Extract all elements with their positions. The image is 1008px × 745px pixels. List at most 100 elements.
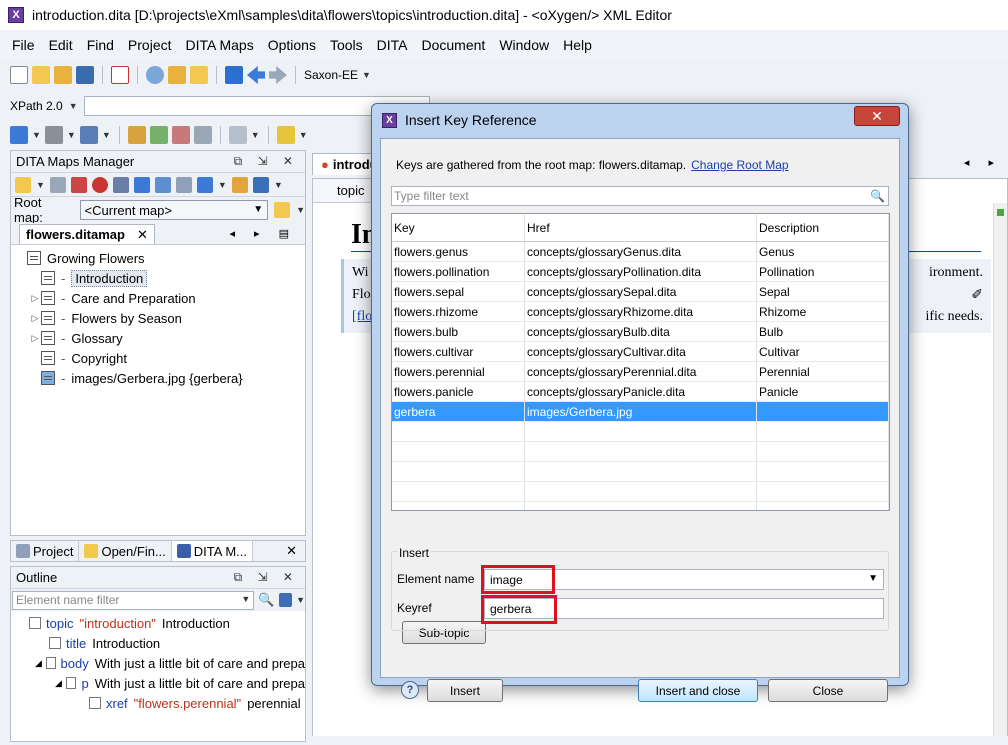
settings-gear-icon[interactable] bbox=[278, 593, 293, 607]
open-file-icon[interactable] bbox=[190, 66, 208, 84]
map-tree-item[interactable]: Growing Flowers bbox=[15, 248, 305, 268]
menu-window[interactable]: Window bbox=[499, 37, 549, 53]
map-tree-item[interactable]: - images/Gerbera.jpg {gerbera} bbox=[15, 368, 305, 388]
insert-topichead-icon[interactable] bbox=[175, 176, 192, 193]
change-root-map-link[interactable]: Change Root Map bbox=[691, 158, 788, 172]
find-in-files-icon[interactable] bbox=[168, 66, 186, 84]
column-header-key[interactable]: Key bbox=[392, 214, 525, 241]
search-icon[interactable]: 🔍 bbox=[258, 592, 274, 608]
menu-edit[interactable]: Edit bbox=[49, 37, 73, 53]
panel-window-controls[interactable]: ⧉ ⇲ ✕ bbox=[234, 570, 299, 585]
insert-reference-icon[interactable] bbox=[133, 176, 150, 193]
copy-icon[interactable] bbox=[228, 126, 247, 144]
menu-file[interactable]: File bbox=[12, 37, 35, 53]
outline-node[interactable]: ◢ p With just a little bit of care and pre… bbox=[11, 673, 305, 693]
close-icon[interactable]: ✕ bbox=[137, 227, 148, 243]
expand-arrow-icon[interactable]: ◢ bbox=[35, 658, 46, 669]
transformer-dropdown-icon[interactable]: ▼ bbox=[362, 70, 371, 80]
filter-icon[interactable] bbox=[196, 176, 213, 193]
configure-transformation-icon[interactable] bbox=[10, 126, 28, 144]
back-arrow-icon[interactable] bbox=[247, 66, 265, 84]
dialog-close-button[interactable]: ✕ bbox=[854, 106, 900, 126]
xpath-dropdown-icon[interactable]: ▼ bbox=[69, 101, 78, 111]
table-row[interactable]: gerbera images/Gerbera.jpg bbox=[392, 402, 889, 422]
highlight-icon[interactable] bbox=[276, 126, 295, 144]
menu-options[interactable]: Options bbox=[268, 37, 316, 53]
map-tree-item[interactable]: ▷ - Flowers by Season bbox=[15, 308, 305, 328]
menu-dita[interactable]: DITA bbox=[377, 37, 408, 53]
open-folder-icon[interactable] bbox=[32, 66, 50, 84]
save-map-icon[interactable] bbox=[49, 176, 66, 193]
new-from-template-icon[interactable] bbox=[111, 66, 129, 84]
save-icon[interactable] bbox=[76, 66, 94, 84]
vertical-scrollbar[interactable] bbox=[993, 203, 1007, 739]
expand-arrow-icon[interactable]: ▷ bbox=[29, 293, 41, 304]
toggle-bookmark-icon[interactable] bbox=[225, 66, 243, 84]
menu-tools[interactable]: Tools bbox=[330, 37, 363, 53]
outline-node[interactable]: ◢ body With just a little bit of care and … bbox=[11, 653, 305, 673]
forward-arrow-icon[interactable] bbox=[269, 66, 287, 84]
reject-icon[interactable] bbox=[171, 126, 190, 144]
panel-window-controls[interactable]: ⧉ ⇲ ✕ bbox=[234, 154, 299, 169]
apply-transformation-icon[interactable] bbox=[44, 126, 63, 144]
map-tree-item[interactable]: ▷ - Glossary bbox=[15, 328, 305, 348]
map-tree-item[interactable]: - Introduction bbox=[15, 268, 305, 288]
table-row[interactable]: flowers.rhizome concepts/glossaryRhizome.… bbox=[392, 302, 889, 322]
edit-icon[interactable] bbox=[127, 126, 146, 144]
table-row[interactable]: flowers.perennial concepts/glossaryPerenn… bbox=[392, 362, 889, 382]
menu-help[interactable]: Help bbox=[563, 37, 592, 53]
tab-open-find[interactable]: Open/Fin... bbox=[79, 541, 172, 561]
outline-node[interactable]: topic "introduction" Introduction bbox=[11, 613, 305, 633]
comment-icon[interactable] bbox=[193, 126, 212, 144]
find-icon[interactable] bbox=[146, 66, 164, 84]
breadcrumb[interactable]: topic bbox=[313, 179, 378, 203]
tab-scroll-controls[interactable]: ◂ ▸ bbox=[964, 156, 1002, 169]
menu-find[interactable]: Find bbox=[87, 37, 114, 53]
insert-and-close-button[interactable]: Insert and close bbox=[638, 679, 758, 702]
column-header-description[interactable]: Description bbox=[757, 214, 889, 241]
settings-gear-icon[interactable] bbox=[252, 176, 269, 193]
chevron-down-icon[interactable]: ▼ bbox=[868, 573, 878, 584]
link-with-editor-icon[interactable] bbox=[231, 176, 248, 193]
xpath-version-select[interactable]: XPath 2.0 bbox=[10, 99, 63, 113]
expand-arrow-icon[interactable]: ◢ bbox=[55, 678, 66, 689]
open-url-icon[interactable] bbox=[54, 66, 72, 84]
key-filter-input[interactable]: Type filter text 🔍 bbox=[391, 186, 889, 206]
close-icon[interactable]: ✕ bbox=[286, 543, 297, 559]
table-row[interactable]: flowers.genus concepts/glossaryGenus.dita… bbox=[392, 242, 889, 262]
expand-arrow-icon[interactable]: ▷ bbox=[29, 313, 41, 324]
table-row[interactable]: flowers.pollination concepts/glossaryPoll… bbox=[392, 262, 889, 282]
browse-folder-icon[interactable] bbox=[274, 202, 291, 218]
menu-project[interactable]: Project bbox=[128, 37, 172, 53]
outline-node[interactable]: xref "flowers.perennial" perennial bbox=[11, 693, 305, 713]
expand-arrow-icon[interactable]: ▷ bbox=[29, 333, 41, 344]
validate-map-icon[interactable] bbox=[70, 176, 87, 193]
table-row[interactable]: flowers.sepal concepts/glossarySepal.dita… bbox=[392, 282, 889, 302]
tab-scroll-controls[interactable]: ◂ ▸ ▤ bbox=[229, 227, 297, 240]
table-row[interactable]: flowers.panicle concepts/glossaryPanicle.… bbox=[392, 382, 889, 402]
open-map-icon[interactable] bbox=[15, 176, 31, 193]
table-row[interactable]: flowers.cultivar concepts/glossaryCultiva… bbox=[392, 342, 889, 362]
insert-button[interactable]: Insert bbox=[427, 679, 503, 702]
check-icon[interactable] bbox=[149, 126, 168, 144]
new-file-icon[interactable] bbox=[10, 66, 28, 84]
tab-project[interactable]: Project bbox=[11, 541, 80, 561]
element-name-filter-input[interactable]: Element name filter ▼ bbox=[12, 590, 255, 610]
map-tree-item[interactable]: ▷ - Care and Preparation bbox=[15, 288, 305, 308]
table-row[interactable]: flowers.bulb concepts/glossaryBulb.dita Bu… bbox=[392, 322, 889, 342]
refresh-icon[interactable] bbox=[112, 176, 129, 193]
column-header-href[interactable]: Href bbox=[525, 214, 757, 241]
xref-link[interactable]: [flo bbox=[352, 309, 372, 325]
transformer-select[interactable]: Saxon-EE bbox=[304, 68, 358, 82]
run-transformation-icon[interactable] bbox=[91, 176, 108, 193]
tab-flowers-ditamap[interactable]: flowers.ditamap ✕ bbox=[19, 224, 155, 244]
help-icon[interactable]: ? bbox=[401, 681, 419, 699]
menu-dita-maps[interactable]: DITA Maps bbox=[186, 37, 254, 53]
insert-topicref-icon[interactable] bbox=[154, 176, 171, 193]
root-map-select[interactable]: <Current map> ▼ bbox=[79, 200, 269, 220]
close-button[interactable]: Close bbox=[768, 679, 888, 702]
outline-node[interactable]: title Introduction bbox=[11, 633, 305, 653]
validate-icon[interactable] bbox=[79, 126, 98, 144]
menu-document[interactable]: Document bbox=[422, 37, 486, 53]
map-tree-item[interactable]: - Copyright bbox=[15, 348, 305, 368]
